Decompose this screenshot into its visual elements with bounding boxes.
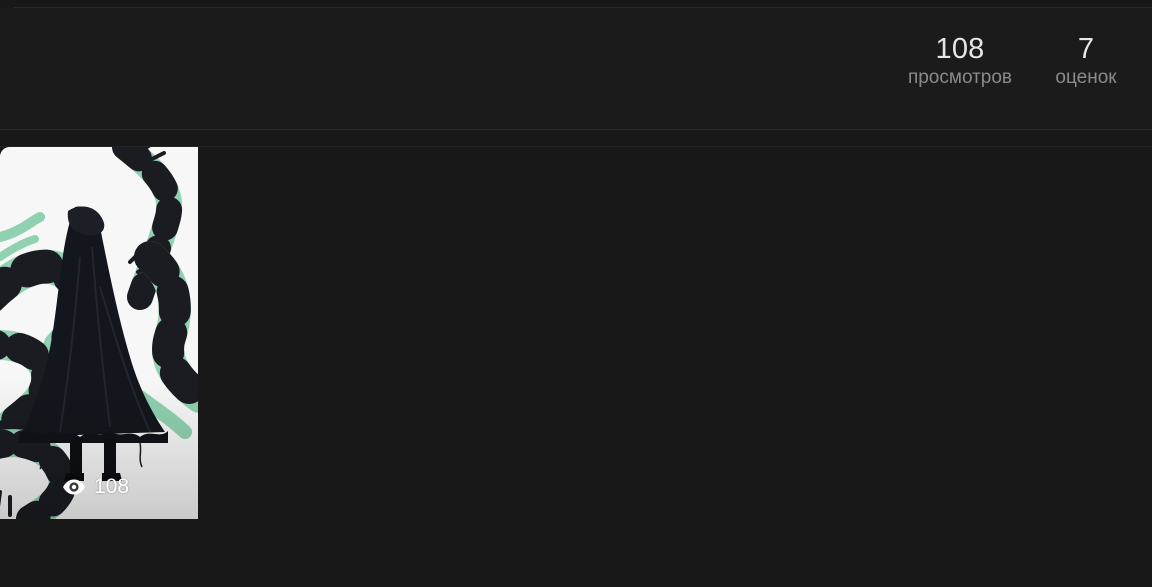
page: 108 просмотров 7 оценок 108 xyxy=(0,0,1152,587)
eye-icon xyxy=(63,479,85,495)
gallery-item-thumbnail[interactable]: 108 xyxy=(0,147,198,519)
ratings-count: 7 xyxy=(1077,33,1095,65)
views-label: просмотров xyxy=(907,67,1013,88)
thumbnail-views: 108 xyxy=(62,475,129,499)
ratings-label: оценок xyxy=(1055,67,1117,88)
views-stat: 108 просмотров xyxy=(896,32,1024,89)
views-count: 108 xyxy=(935,33,985,65)
thumbnail-views-count: 108 xyxy=(94,475,130,498)
ratings-stat: 7 оценок xyxy=(1044,32,1128,89)
stats-card: 108 просмотров 7 оценок xyxy=(0,8,1152,130)
